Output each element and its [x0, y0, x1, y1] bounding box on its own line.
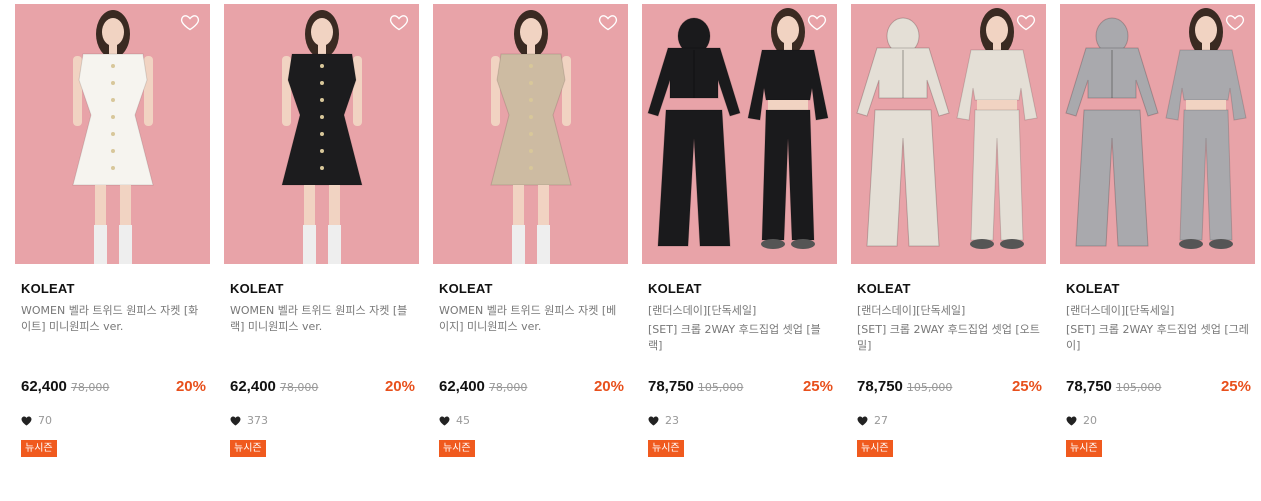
like-count: 23: [648, 414, 679, 427]
heart-filled-icon: [21, 415, 32, 426]
product-image[interactable]: [15, 4, 210, 264]
like-count: 27: [857, 414, 888, 427]
sale-price: 78,750: [1066, 378, 1112, 395]
product-image[interactable]: [1060, 4, 1255, 264]
like-count: 70: [21, 414, 52, 427]
product-brand[interactable]: KOLEAT: [21, 281, 204, 296]
new-season-badge: 뉴시즌: [439, 440, 475, 457]
product-name[interactable]: [SET] 크롭 2WAY 후드집업 셋업 [오트밀]: [857, 322, 1040, 354]
like-count-value: 45: [456, 414, 470, 427]
discount-rate: 25%: [802, 378, 833, 395]
heart-filled-icon: [439, 415, 450, 426]
product-photo: [281, 10, 363, 264]
price-row: 62,400 78,000 20%: [439, 378, 624, 395]
original-price: 105,000: [1115, 381, 1162, 394]
price-row: 62,400 78,000 20%: [230, 378, 415, 395]
new-season-badge: 뉴시즌: [857, 440, 893, 457]
sale-price: 62,400: [230, 378, 276, 395]
discount-rate: 20%: [175, 378, 206, 395]
product-card[interactable]: KOLEAT WOMEN 벨라 트위드 원피스 자켓 [블랙] 미니원피스 ve…: [224, 4, 419, 457]
product-image[interactable]: [851, 4, 1046, 264]
heart-filled-icon: [648, 415, 659, 426]
like-count: 45: [439, 414, 470, 427]
product-photo: [490, 10, 572, 264]
heart-filled-icon: [230, 415, 241, 426]
product-image[interactable]: [224, 4, 419, 264]
product-card[interactable]: KOLEAT WOMEN 벨라 트위드 원피스 자켓 [화이트] 미니원피스 v…: [15, 4, 210, 457]
sale-price: 78,750: [857, 378, 903, 395]
product-card[interactable]: KOLEAT [랜더스데이][단독세일] [SET] 크롭 2WAY 후드집업 …: [1060, 4, 1255, 457]
original-price: 78,000: [279, 381, 319, 394]
product-brand[interactable]: KOLEAT: [1066, 281, 1249, 296]
product-image[interactable]: [433, 4, 628, 264]
like-count-value: 373: [247, 414, 268, 427]
product-promo-tag[interactable]: [랜더스데이][단독세일]: [1066, 303, 1249, 319]
discount-rate: 25%: [1220, 378, 1251, 395]
discount-rate: 20%: [593, 378, 624, 395]
wishlist-heart-icon[interactable]: [1016, 12, 1036, 32]
original-price: 105,000: [906, 381, 953, 394]
product-name[interactable]: [SET] 크롭 2WAY 후드집업 셋업 [블랙]: [648, 322, 831, 354]
wishlist-heart-icon[interactable]: [598, 12, 618, 32]
price-row: 78,750 105,000 25%: [648, 378, 833, 395]
product-name[interactable]: [SET] 크롭 2WAY 후드집업 셋업 [그레이]: [1066, 322, 1249, 354]
new-season-badge: 뉴시즌: [1066, 440, 1102, 457]
new-season-badge: 뉴시즌: [21, 440, 57, 457]
discount-rate: 20%: [384, 378, 415, 395]
product-brand[interactable]: KOLEAT: [439, 281, 622, 296]
original-price: 105,000: [697, 381, 744, 394]
wishlist-heart-icon[interactable]: [1225, 12, 1245, 32]
like-count-value: 23: [665, 414, 679, 427]
product-photo: [1065, 8, 1247, 249]
product-promo-tag[interactable]: [랜더스데이][단독세일]: [648, 303, 831, 319]
product-photo: [72, 10, 154, 264]
product-photo: [647, 8, 829, 249]
wishlist-heart-icon[interactable]: [389, 12, 409, 32]
product-image[interactable]: [642, 4, 837, 264]
heart-filled-icon: [1066, 415, 1077, 426]
price-row: 62,400 78,000 20%: [21, 378, 206, 395]
like-count: 373: [230, 414, 268, 427]
like-count: 20: [1066, 414, 1097, 427]
like-count-value: 20: [1083, 414, 1097, 427]
new-season-badge: 뉴시즌: [648, 440, 684, 457]
new-season-badge: 뉴시즌: [230, 440, 266, 457]
product-name[interactable]: WOMEN 벨라 트위드 원피스 자켓 [화이트] 미니원피스 ver.: [21, 303, 204, 335]
heart-filled-icon: [857, 415, 868, 426]
sale-price: 78,750: [648, 378, 694, 395]
original-price: 78,000: [70, 381, 110, 394]
like-count-value: 27: [874, 414, 888, 427]
discount-rate: 25%: [1011, 378, 1042, 395]
like-count-value: 70: [38, 414, 52, 427]
product-card[interactable]: KOLEAT WOMEN 벨라 트위드 원피스 자켓 [베이지] 미니원피스 v…: [433, 4, 628, 457]
wishlist-heart-icon[interactable]: [180, 12, 200, 32]
product-card[interactable]: KOLEAT [랜더스데이][단독세일] [SET] 크롭 2WAY 후드집업 …: [642, 4, 837, 457]
product-name[interactable]: WOMEN 벨라 트위드 원피스 자켓 [베이지] 미니원피스 ver.: [439, 303, 622, 335]
product-grid: KOLEAT WOMEN 벨라 트위드 원피스 자켓 [화이트] 미니원피스 v…: [0, 0, 1261, 501]
price-row: 78,750 105,000 25%: [857, 378, 1042, 395]
price-row: 78,750 105,000 25%: [1066, 378, 1251, 395]
original-price: 78,000: [488, 381, 528, 394]
product-brand[interactable]: KOLEAT: [648, 281, 831, 296]
product-photo: [856, 8, 1038, 249]
product-brand[interactable]: KOLEAT: [857, 281, 1040, 296]
product-promo-tag[interactable]: [랜더스데이][단독세일]: [857, 303, 1040, 319]
product-name[interactable]: WOMEN 벨라 트위드 원피스 자켓 [블랙] 미니원피스 ver.: [230, 303, 413, 335]
product-card[interactable]: KOLEAT [랜더스데이][단독세일] [SET] 크롭 2WAY 후드집업 …: [851, 4, 1046, 457]
product-brand[interactable]: KOLEAT: [230, 281, 413, 296]
sale-price: 62,400: [439, 378, 485, 395]
wishlist-heart-icon[interactable]: [807, 12, 827, 32]
sale-price: 62,400: [21, 378, 67, 395]
